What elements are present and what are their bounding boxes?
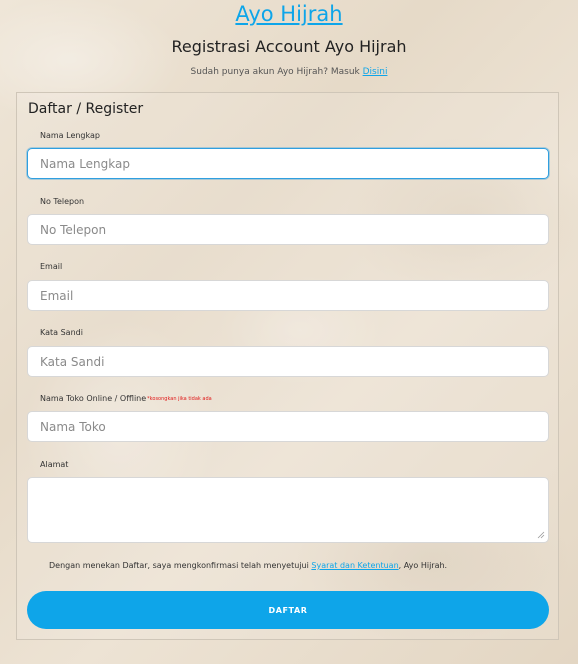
phone-label: No Telepon	[40, 197, 85, 206]
register-button[interactable]: DAFTAR	[27, 591, 549, 629]
full-name-label: Nama Lengkap	[40, 131, 100, 140]
login-link[interactable]: Disini	[363, 67, 388, 77]
brand-title: Ayo Hijrah	[0, 1, 578, 27]
full-name-input[interactable]	[27, 148, 549, 179]
brand-link[interactable]: Ayo Hijrah	[235, 2, 342, 26]
address-textarea[interactable]	[27, 477, 549, 543]
address-label: Alamat	[40, 460, 69, 469]
terms-consent-text: Dengan menekan Daftar, saya mengkonfirma…	[49, 561, 309, 570]
store-name-label: Nama Toko Online / Offline*kosongkan jik…	[40, 394, 212, 404]
login-prompt-text: Sudah punya akun Ayo Hijrah? Masuk	[190, 67, 360, 77]
phone-input[interactable]	[27, 214, 549, 245]
terms-consent: Dengan menekan Daftar, saya mengkonfirma…	[49, 561, 447, 571]
register-card: Daftar / Register Nama Lengkap No Telepo…	[16, 92, 559, 640]
store-name-input[interactable]	[27, 411, 549, 442]
page-title: Registrasi Account Ayo Hijrah	[171, 37, 407, 56]
terms-link[interactable]: Syarat dan Ketentuan	[311, 561, 398, 570]
password-input[interactable]	[27, 346, 549, 377]
resize-grip-icon	[537, 531, 545, 539]
form-title: Daftar / Register	[28, 101, 144, 117]
password-label: Kata Sandi	[40, 328, 83, 337]
email-label: Email	[40, 262, 63, 271]
store-name-label-text: Nama Toko Online / Offline	[40, 394, 147, 403]
terms-consent-suffix: , Ayo Hijrah.	[398, 561, 448, 570]
store-name-hint: *kosongkan jika tidak ada	[147, 396, 212, 402]
email-input[interactable]	[27, 280, 549, 311]
login-prompt: Sudah punya akun Ayo Hijrah? Masuk Disin…	[0, 66, 578, 78]
